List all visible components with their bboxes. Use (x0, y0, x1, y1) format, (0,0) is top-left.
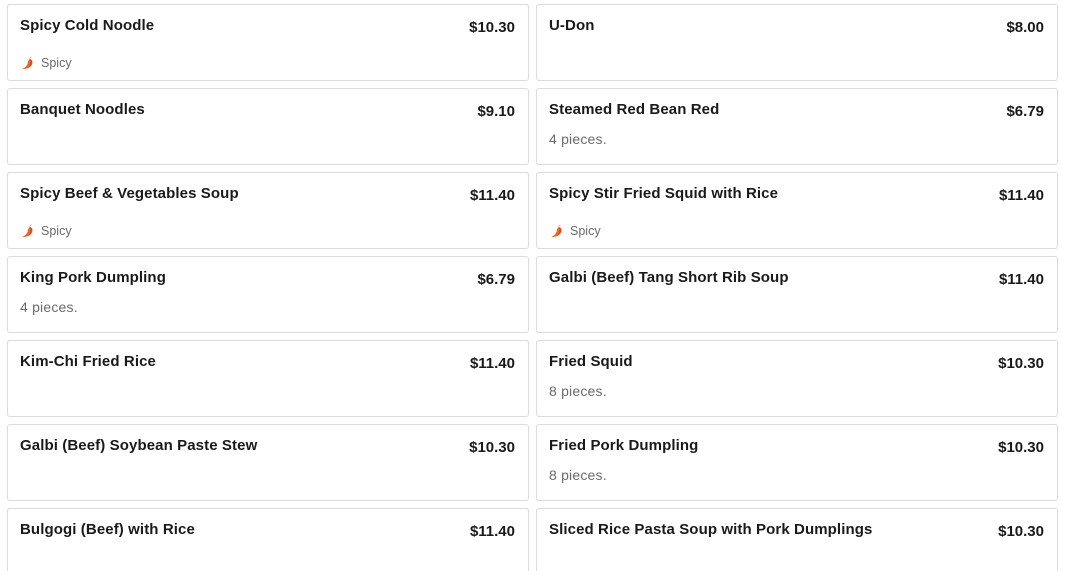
menu-item-card[interactable]: Steamed Red Bean Red $6.79 4 pieces. (536, 88, 1058, 165)
menu-item-name: Spicy Beef & Vegetables Soup (20, 185, 239, 202)
menu-item-price: $10.30 (998, 523, 1044, 540)
spicy-tag: Spicy (21, 55, 72, 70)
menu-item-card[interactable]: Galbi (Beef) Soybean Paste Stew $10.30 (7, 424, 529, 501)
spicy-label: Spicy (41, 55, 72, 70)
menu-item-card[interactable]: Fried Pork Dumpling $10.30 8 pieces. (536, 424, 1058, 501)
menu-item-name: Fried Squid (549, 353, 633, 370)
chili-pepper-icon (22, 224, 33, 238)
menu-item-name: Steamed Red Bean Red (549, 101, 720, 118)
menu-item-name: Galbi (Beef) Tang Short Rib Soup (549, 269, 789, 286)
menu-item-card[interactable]: Spicy Cold Noodle $10.30 Spicy (7, 4, 529, 81)
menu-item-name: Banquet Noodles (20, 101, 145, 118)
menu-item-price: $6.79 (477, 271, 515, 288)
menu-item-name: Fried Pork Dumpling (549, 437, 699, 454)
menu-item-card[interactable]: U-Don $8.00 (536, 4, 1058, 81)
menu-item-name: Bulgogi (Beef) with Rice (20, 521, 195, 538)
menu-item-name: Kim-Chi Fried Rice (20, 353, 156, 370)
menu-item-name: Spicy Stir Fried Squid with Rice (549, 185, 779, 202)
menu-item-price: $9.10 (477, 103, 515, 120)
spicy-tag: Spicy (550, 223, 601, 238)
menu-item-name: Galbi (Beef) Soybean Paste Stew (20, 437, 258, 454)
menu-item-price: $10.30 (469, 19, 515, 36)
menu-item-description: 8 pieces. (549, 383, 607, 399)
menu-item-card[interactable]: Banquet Noodles $9.10 (7, 88, 529, 165)
menu-item-price: $6.79 (1006, 103, 1044, 120)
menu-item-price: $10.30 (998, 439, 1044, 456)
menu-item-price: $11.40 (998, 187, 1044, 204)
menu-item-card[interactable]: Spicy Stir Fried Squid with Rice $11.40 … (536, 172, 1058, 249)
spicy-label: Spicy (570, 223, 601, 238)
menu-item-card[interactable]: Kim-Chi Fried Rice $11.40 (7, 340, 529, 417)
menu-item-name: King Pork Dumpling (20, 269, 166, 286)
menu-item-card[interactable]: Bulgogi (Beef) with Rice $11.40 (7, 508, 529, 571)
chili-pepper-icon (551, 224, 562, 238)
menu-item-price: $11.40 (469, 355, 515, 372)
menu-item-card[interactable]: Sliced Rice Pasta Soup with Pork Dumplin… (536, 508, 1058, 571)
menu-item-description: 4 pieces. (549, 131, 607, 147)
spicy-label: Spicy (41, 223, 72, 238)
menu-item-card[interactable]: Galbi (Beef) Tang Short Rib Soup $11.40 (536, 256, 1058, 333)
menu-item-price: $11.40 (998, 271, 1044, 288)
menu-item-description: 8 pieces. (549, 467, 607, 483)
menu-item-name: Sliced Rice Pasta Soup with Pork Dumplin… (549, 521, 873, 538)
menu-item-price: $8.00 (1006, 19, 1044, 36)
menu-item-description: 4 pieces. (20, 299, 78, 315)
menu-item-price: $11.40 (469, 523, 515, 540)
menu-item-card[interactable]: Fried Squid $10.30 8 pieces. (536, 340, 1058, 417)
spicy-tag: Spicy (21, 223, 72, 238)
menu-item-name: Spicy Cold Noodle (20, 17, 155, 34)
menu-item-card[interactable]: Spicy Beef & Vegetables Soup $11.40 Spic… (7, 172, 529, 249)
menu-item-price: $11.40 (469, 187, 515, 204)
menu-item-grid: Spicy Cold Noodle $10.30 Spicy U-Don $8.… (0, 0, 1066, 571)
menu-item-price: $10.30 (998, 355, 1044, 372)
menu-item-name: U-Don (549, 17, 595, 34)
menu-item-price: $10.30 (469, 439, 515, 456)
chili-pepper-icon (22, 56, 33, 70)
menu-item-card[interactable]: King Pork Dumpling $6.79 4 pieces. (7, 256, 529, 333)
